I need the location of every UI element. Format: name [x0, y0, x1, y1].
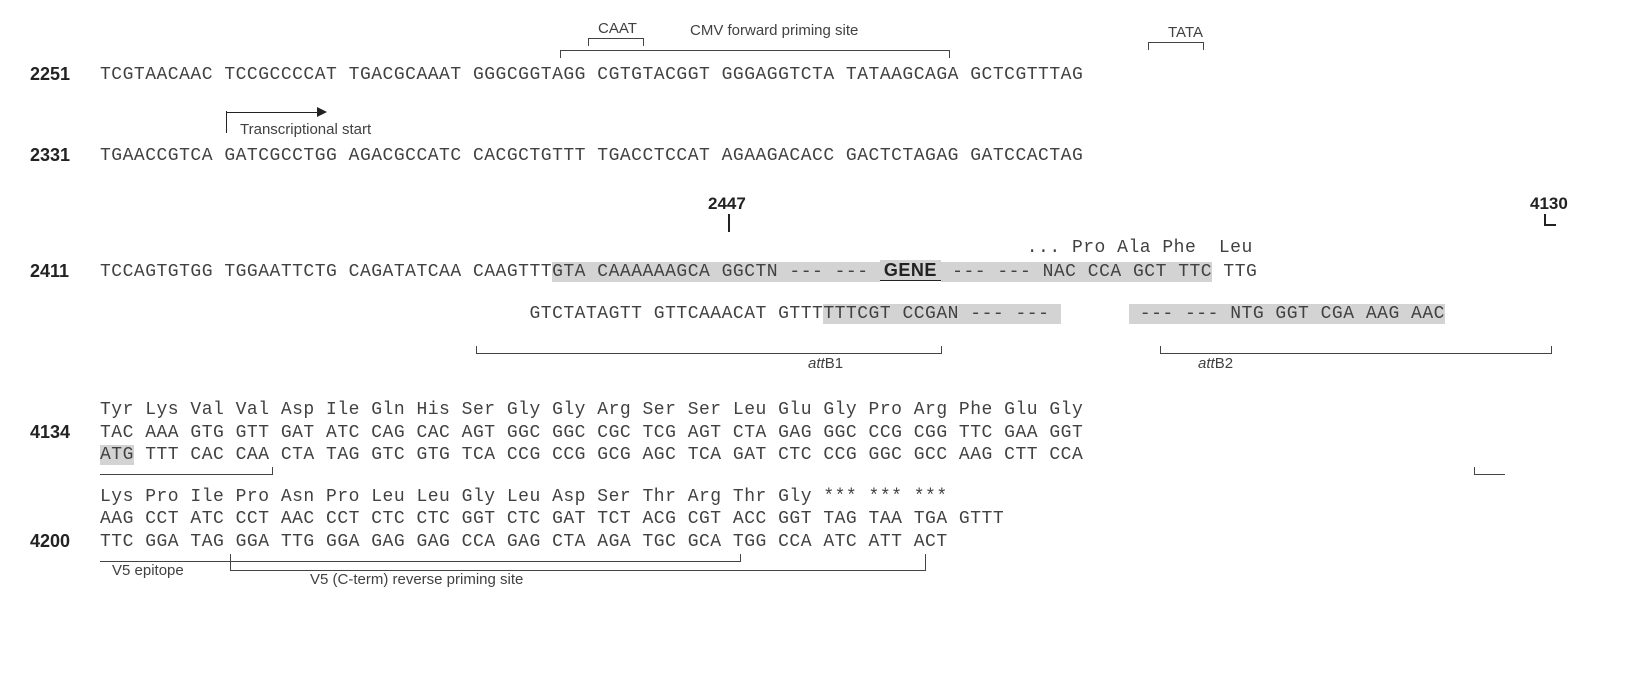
atg-highlight: ATG — [100, 445, 134, 465]
pos-4130-label: 4130 — [1530, 194, 1568, 214]
row-4200: Lys Pro Ile Pro Asn Pro Leu Leu Gly Leu … — [30, 487, 1595, 588]
position-2411: 2411 — [30, 261, 100, 282]
aa-4200: Lys Pro Ile Pro Asn Pro Leu Leu Gly Leu … — [100, 487, 948, 507]
position-2331: 2331 — [30, 145, 100, 166]
seq-2411-top: TCCAGTGTGG TGGAATTCTG CAGATATCAA CAAGTTT… — [100, 260, 1257, 282]
seq-2251: TCGTAACAAC TCCGCCCCAT TGACGCAAAT GGGCGGT… — [100, 65, 1083, 85]
tata-bracket — [1148, 42, 1204, 50]
position-4134: 4134 — [30, 422, 100, 443]
seq-2411-bottom: GTCTATAGTT GTTCAAACAT GTTTTTTCGT CCGAN -… — [100, 284, 1445, 344]
cmv-forward-bracket — [560, 50, 950, 58]
v5-reverse-label: V5 (C-term) reverse priming site — [310, 571, 523, 588]
attB1-bracket — [476, 346, 942, 354]
v5-epitope-label: V5 epitope — [112, 562, 184, 579]
aa-4134: Tyr Lys Val Val Asp Ile Gln His Ser Gly … — [100, 400, 1083, 420]
cmv-forward-label: CMV forward priming site — [690, 22, 858, 39]
gene-label: GENE — [880, 260, 941, 281]
seq-2331: TGAACCGTCA GATCGCCTGG AGACGCCATC CACGCTG… — [100, 146, 1083, 166]
caat-label: CAAT — [598, 20, 637, 37]
seq-4200-bottom: TTC GGA TAG GGA TTG GGA GAG GAG CCA GAG … — [100, 532, 948, 552]
row-4134: Tyr Lys Val Val Asp Ile Gln His Ser Gly … — [30, 400, 1595, 481]
seq-4200-top: AAG CCT ATC CCT AAC CCT CTC CTC GGT CTC … — [100, 509, 1004, 529]
pos-2447-tick — [728, 214, 730, 232]
position-2251: 2251 — [30, 64, 100, 85]
attB2-bracket — [1160, 346, 1552, 354]
v5-reverse-bracket — [230, 554, 926, 571]
v5-epitope-open-bracket — [1474, 467, 1505, 475]
transcription-start-label: Transcriptional start — [240, 121, 371, 138]
position-4200: 4200 — [30, 531, 100, 552]
attB1-label: attattB1B1 — [808, 355, 843, 372]
attB2-bracket-continuation — [100, 467, 273, 475]
row-2251: CAAT CMV forward priming site TATA 2251 … — [30, 20, 1595, 85]
seq-4134-bottom: ATG TTT CAC CAA CTA TAG GTC GTG TCA CCG … — [100, 445, 1083, 465]
row-2411: 2447 4130 ... Pro Ala Phe Leu 2411 TCCAG… — [30, 192, 1595, 374]
aa-2411: ... Pro Ala Phe Leu — [100, 238, 1253, 258]
caat-bracket — [588, 38, 644, 46]
seq-4134-top: TAC AAA GTG GTT GAT ATC CAG CAC AGT GGC … — [100, 423, 1083, 443]
tata-label: TATA — [1168, 24, 1203, 41]
row-2331: Transcriptional start 2331 TGAACCGTCA GA… — [30, 111, 1595, 166]
pos-2447-label: 2447 — [708, 194, 746, 214]
attB2-label: attattB2B2 — [1198, 355, 1233, 372]
pos-4130-tick — [1544, 214, 1556, 226]
